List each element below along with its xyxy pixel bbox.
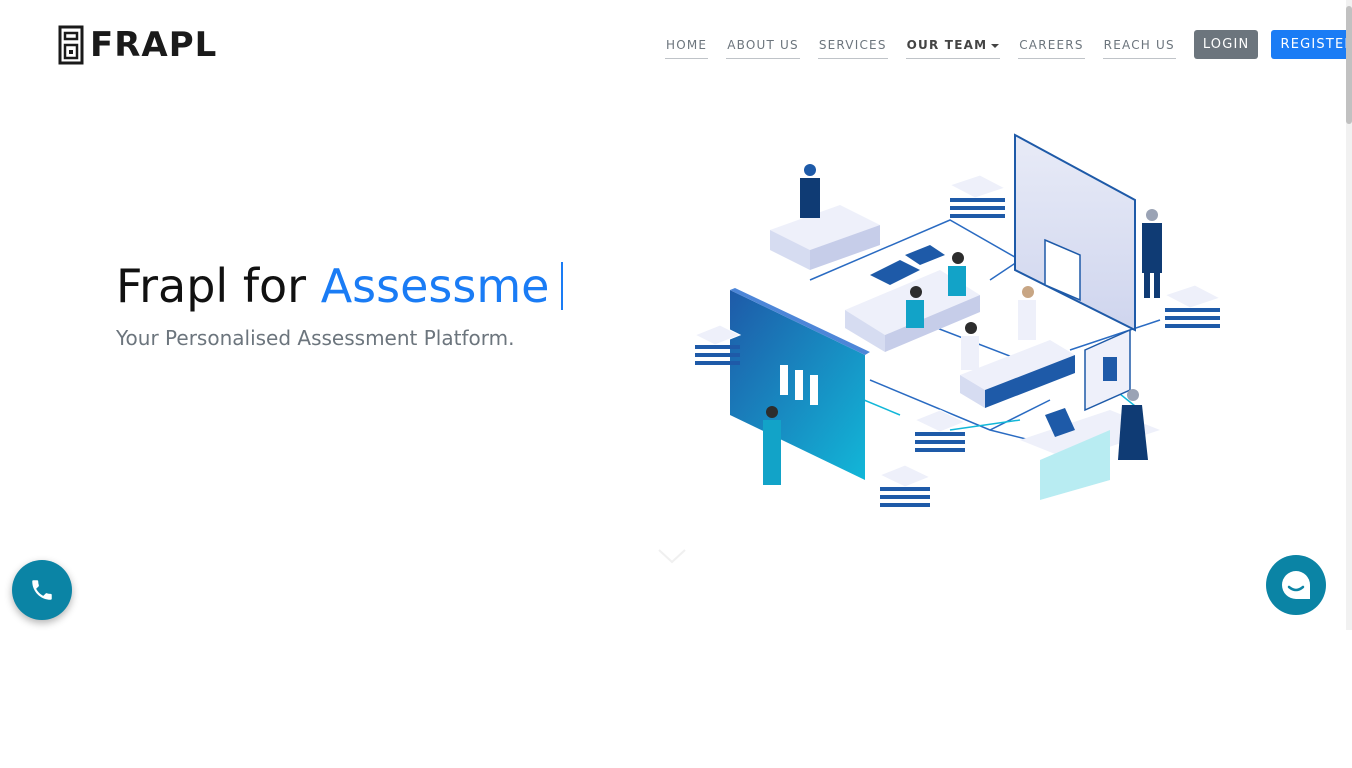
hero-title-typed: Assessme xyxy=(320,259,550,313)
register-button[interactable]: REGISTER xyxy=(1271,30,1352,59)
phone-icon xyxy=(32,580,52,600)
logo-mark-icon xyxy=(58,25,84,65)
chat-bubble-icon xyxy=(1282,571,1310,599)
hero-illustration xyxy=(693,133,1222,507)
typing-cursor xyxy=(561,262,564,310)
brand-logo[interactable]: FRAPL xyxy=(58,24,217,66)
caret-down-icon xyxy=(991,43,1000,48)
chevron-down-icon[interactable] xyxy=(657,546,687,566)
page-scrollbar[interactable] xyxy=(1346,0,1352,630)
hero-title: Frapl for Assessme xyxy=(116,256,564,316)
call-button[interactable] xyxy=(12,560,72,620)
chat-button[interactable] xyxy=(1266,555,1326,615)
hero-subtitle: Your Personalised Assessment Platform. xyxy=(116,326,515,350)
nav-services[interactable]: SERVICES xyxy=(817,30,888,59)
scrollbar-thumb[interactable] xyxy=(1346,6,1352,124)
nav-reach-us[interactable]: REACH US xyxy=(1102,30,1176,59)
nav-our-team-label: OUR TEAM xyxy=(906,38,988,52)
nav-careers[interactable]: CAREERS xyxy=(1018,30,1085,59)
hero-title-prefix: Frapl for xyxy=(116,259,307,313)
nav-about-us[interactable]: ABOUT US xyxy=(726,30,800,59)
login-button[interactable]: LOGIN xyxy=(1193,30,1259,59)
nav-our-team[interactable]: OUR TEAM xyxy=(905,30,1001,59)
nav-home[interactable]: HOME xyxy=(665,30,709,59)
brand-name: FRAPL xyxy=(90,25,218,65)
main-navigation: HOME ABOUT US SERVICES OUR TEAM CAREERS … xyxy=(665,30,1352,59)
